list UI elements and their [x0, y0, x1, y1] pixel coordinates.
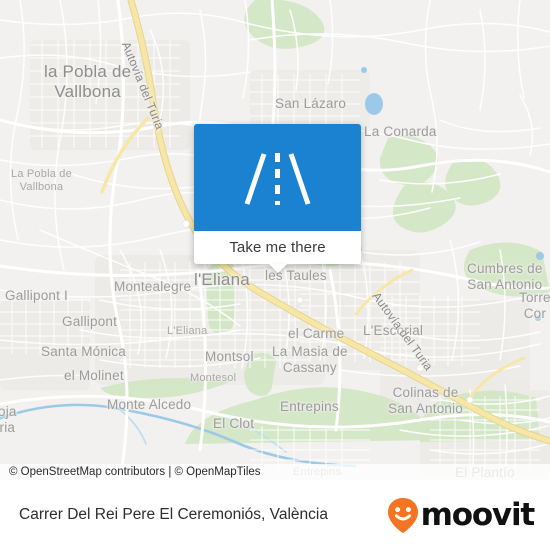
moovit-map-screenshot: la Pobla de Vallbona Autovía del Turia San …: [0, 0, 550, 550]
take-me-there-label: Take me there: [229, 239, 326, 256]
road-icon: [244, 153, 311, 205]
map-canvas[interactable]: la Pobla de Vallbona Autovía del Turia San …: [0, 0, 550, 480]
moovit-wordmark: moovit: [420, 497, 536, 533]
card-footer[interactable]: Take me there: [194, 231, 361, 264]
location-title: Carrer Del Rei Pere El Ceremoniós, Valèn…: [19, 506, 328, 523]
attribution-text[interactable]: © OpenStreetMap contributors | © OpenMap…: [0, 466, 261, 478]
moovit-logo[interactable]: moovit: [386, 496, 550, 534]
footer-bar: Carrer Del Rei Pere El Ceremoniós, Valèn…: [0, 480, 550, 550]
map-pin-icon: [387, 498, 418, 533]
card-pointer-tail: [268, 264, 287, 273]
map-attribution-bar: © OpenStreetMap contributors | © OpenMap…: [0, 464, 550, 480]
card-image: [194, 124, 361, 231]
destination-card[interactable]: Take me there: [194, 124, 361, 273]
